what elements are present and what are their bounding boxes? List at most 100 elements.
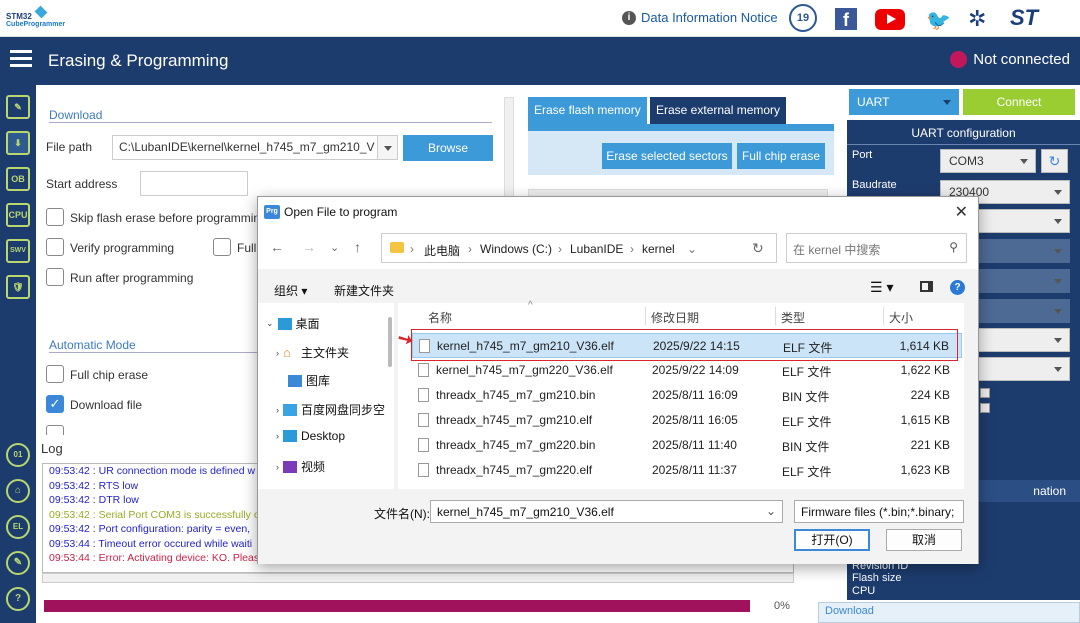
- file-type: ELF 文件: [782, 415, 832, 429]
- download-icon[interactable]: ⬇: [6, 131, 30, 155]
- file-row[interactable]: threadx_h745_m7_gm210.elf 2025/8/11 16:0…: [412, 408, 962, 433]
- verify-label: Verify programming: [70, 241, 175, 255]
- hamburger-menu-icon[interactable]: [10, 50, 32, 68]
- data-information-notice-link[interactable]: i Data Information Notice: [622, 10, 778, 25]
- option-checkbox-1[interactable]: [980, 388, 990, 398]
- search-input[interactable]: 在 kernel 中搜索 ⚲: [786, 233, 967, 263]
- tree-scrollbar[interactable]: [388, 317, 392, 367]
- start-address-input[interactable]: [140, 171, 248, 196]
- option-bytes-icon[interactable]: OB: [6, 167, 30, 191]
- edit-memory-icon[interactable]: ✎: [6, 95, 30, 119]
- network-icon[interactable]: ✲: [968, 6, 986, 32]
- view-options-icon[interactable]: ☰ ▾: [870, 279, 893, 296]
- column-separator: [645, 307, 646, 325]
- open-button[interactable]: 打开(O): [794, 529, 870, 551]
- file-name: kernel_h745_m7_gm220_V36.elf: [436, 363, 613, 377]
- refresh-icon[interactable]: ↻: [1041, 149, 1068, 173]
- back-arrow-icon[interactable]: ←: [270, 239, 284, 255]
- column-size[interactable]: 大小: [889, 309, 913, 326]
- file-row[interactable]: threadx_h745_m7_gm210.bin 2025/8/11 16:0…: [412, 383, 962, 408]
- youtube-icon[interactable]: [875, 9, 905, 30]
- twitter-icon[interactable]: 🐦: [926, 8, 951, 33]
- full-chip-erase-button[interactable]: Full chip erase: [737, 143, 825, 169]
- chevron-down-icon[interactable]: ⌄: [687, 242, 697, 256]
- search-icon: ⚲: [949, 240, 958, 254]
- cancel-button[interactable]: 取消: [886, 529, 962, 551]
- breadcrumb-drive[interactable]: Windows (C:): [480, 242, 552, 256]
- external-loader-icon[interactable]: EL: [6, 515, 30, 539]
- tree-item-gallery[interactable]: 图库: [288, 372, 330, 389]
- file-type-filter[interactable]: Firmware files (*.bin;*.binary;: [794, 500, 964, 523]
- erase-selected-sectors-button[interactable]: Erase selected sectors: [602, 143, 732, 169]
- up-arrow-icon[interactable]: ↑: [354, 239, 361, 255]
- help-icon[interactable]: ?: [950, 280, 965, 295]
- script-icon[interactable]: ✎: [6, 551, 30, 575]
- progress-bar: [44, 600, 750, 612]
- organize-menu[interactable]: 组织 ▾: [274, 282, 307, 299]
- file-row[interactable]: threadx_h745_m7_gm220.bin 2025/8/11 11:4…: [412, 433, 962, 458]
- file-row[interactable]: kernel_h745_m7_gm220_V36.elf 2025/9/22 1…: [412, 358, 962, 383]
- interface-value: UART: [857, 95, 890, 109]
- home-icon[interactable]: ⌂: [6, 479, 30, 503]
- file-type: BIN 文件: [782, 440, 830, 454]
- full-checkbox[interactable]: [213, 238, 231, 256]
- tab-erase-external[interactable]: Erase external memory: [650, 97, 787, 124]
- tree-item-videos[interactable]: › 视频: [276, 458, 325, 475]
- st-logo[interactable]: ST: [1010, 5, 1066, 33]
- breadcrumb-this-pc[interactable]: 此电脑: [424, 242, 460, 259]
- download-section-title: Download: [49, 108, 492, 123]
- file-row[interactable]: threadx_h745_m7_gm220.elf 2025/8/11 11:3…: [412, 458, 962, 483]
- tab-erase-flash[interactable]: Erase flash memory: [528, 97, 647, 124]
- baidu-netdisk-icon: [283, 403, 297, 416]
- download-file-checkbox[interactable]: ✓: [46, 395, 64, 413]
- security-shield-icon[interactable]: 🛡: [6, 275, 30, 299]
- refresh-icon[interactable]: ↻: [752, 240, 764, 257]
- new-folder-button[interactable]: 新建文件夹: [334, 282, 394, 299]
- dialog-navigation: ← → ⌄ ↑ › 此电脑 › Windows (C:) › LubanIDE …: [258, 227, 978, 269]
- open-file-dialog: Prg Open File to program ✕ ← → ⌄ ↑ › 此电脑…: [257, 196, 979, 564]
- help-icon[interactable]: ?: [6, 587, 30, 611]
- binary-icon[interactable]: 01: [6, 443, 30, 467]
- breadcrumb-kernel[interactable]: kernel: [642, 242, 675, 256]
- column-name[interactable]: 名称: [428, 309, 452, 326]
- file-path-input[interactable]: C:\LubanIDE\kernel\kernel_h745_m7_gm210_…: [112, 135, 398, 160]
- tree-item-home[interactable]: › ⌂ 主文件夹: [276, 344, 349, 361]
- preview-pane-icon[interactable]: [920, 281, 933, 292]
- recent-chevron-icon[interactable]: ⌄: [330, 241, 339, 254]
- breadcrumb-lubanide[interactable]: LubanIDE: [570, 242, 623, 256]
- connection-status: Not connected: [950, 51, 1070, 68]
- tree-item-baidu[interactable]: › 百度网盘同步空: [276, 401, 385, 418]
- filename-label: 文件名(N):: [374, 507, 430, 521]
- column-type[interactable]: 类型: [781, 309, 805, 326]
- column-date[interactable]: 修改日期: [651, 309, 699, 326]
- full-chip-erase-checkbox[interactable]: [46, 365, 64, 383]
- chevron-down-icon[interactable]: [377, 136, 397, 159]
- chevron-down-icon[interactable]: ⌄: [766, 504, 776, 518]
- filename-value: kernel_h745_m7_gm210_V36.elf: [437, 505, 614, 519]
- chevron-down-icon: [943, 100, 951, 105]
- forward-arrow-icon[interactable]: →: [302, 239, 316, 255]
- swv-icon[interactable]: SWV: [6, 239, 30, 263]
- logo-gem-icon: [34, 5, 48, 19]
- file-icon: [418, 463, 429, 477]
- tree-item-desktop-en[interactable]: › Desktop: [276, 429, 345, 443]
- address-bar[interactable]: › 此电脑 › Windows (C:) › LubanIDE › kernel…: [381, 233, 777, 263]
- cpu-icon[interactable]: CPU: [6, 203, 30, 227]
- close-icon[interactable]: ✕: [955, 202, 968, 222]
- interface-select[interactable]: UART: [849, 89, 959, 115]
- download-tab-bottom[interactable]: Download: [818, 602, 1080, 623]
- tree-item-desktop[interactable]: ⌄ 桌面: [266, 315, 320, 332]
- log-horizontal-scrollbar[interactable]: [42, 573, 794, 583]
- file-size: 1,623 KB: [900, 463, 950, 477]
- run-after-label: Run after programming: [70, 271, 194, 285]
- skip-erase-checkbox[interactable]: [46, 208, 64, 226]
- verify-checkbox[interactable]: [46, 238, 64, 256]
- status-dot-icon: [950, 51, 968, 68]
- facebook-icon[interactable]: f: [835, 8, 857, 30]
- filename-input[interactable]: kernel_h745_m7_gm210_V36.elf ⌄: [430, 500, 783, 523]
- browse-button[interactable]: Browse: [403, 135, 493, 161]
- port-select[interactable]: COM3: [940, 149, 1036, 173]
- run-after-checkbox[interactable]: [46, 268, 64, 286]
- option-checkbox-2[interactable]: [980, 403, 990, 413]
- connect-button[interactable]: Connect: [963, 89, 1075, 115]
